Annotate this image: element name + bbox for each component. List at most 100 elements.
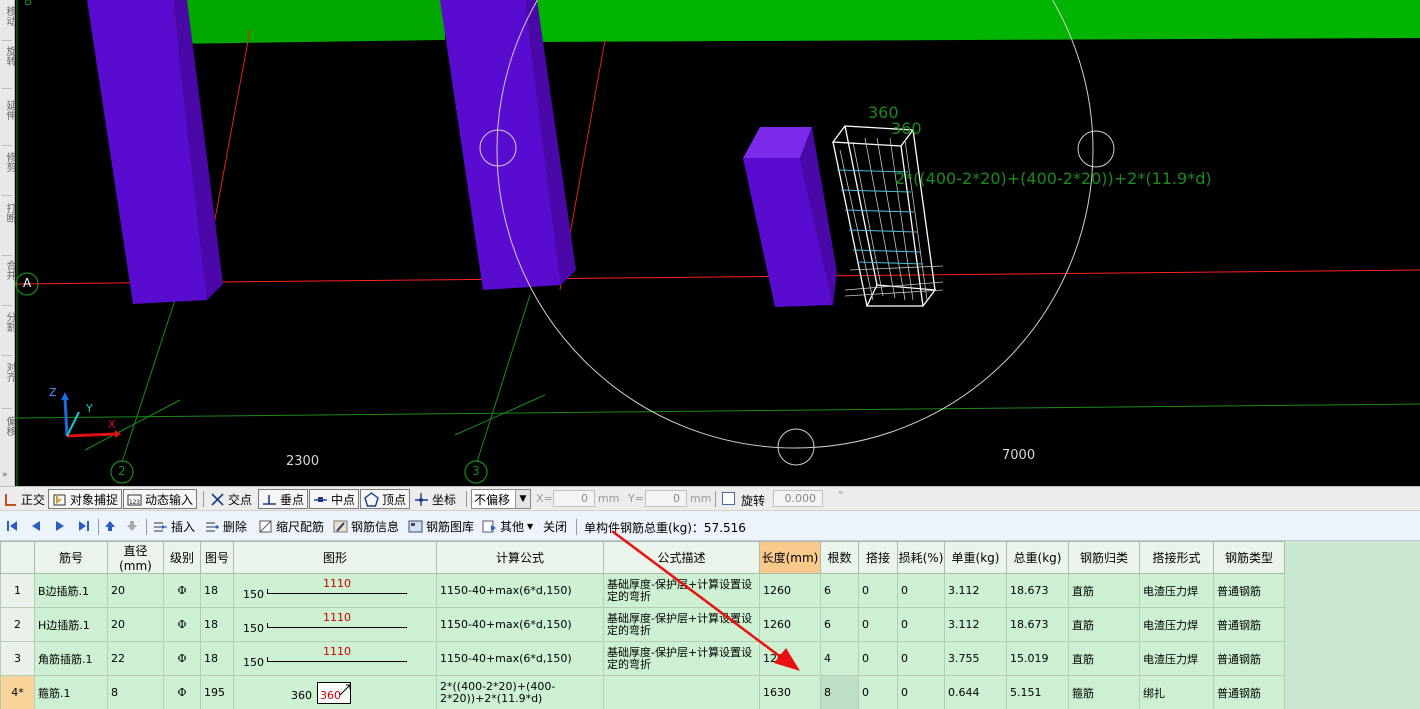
table-row-current[interactable]: 4* 箍筋.1 8 Φ 195 360 360 2*((400-2*20)+(4… <box>0 675 1285 709</box>
coordinate-snap-button[interactable]: 坐标 <box>411 489 459 509</box>
close-button[interactable]: 关闭 <box>540 516 570 536</box>
x-offset-input[interactable]: 0 <box>553 490 595 507</box>
move-up-icon[interactable] <box>104 520 116 532</box>
cell-total-weight[interactable]: 18.673 <box>1006 607 1069 642</box>
tool-merge[interactable]: 合并 <box>1 260 15 280</box>
cell-count[interactable]: 8 <box>820 675 859 709</box>
cell-length[interactable]: 1630 <box>759 675 821 709</box>
cell-figure-no[interactable]: 195 <box>200 675 234 709</box>
cell-lap-type[interactable]: 绑扎 <box>1139 675 1214 709</box>
delete-button[interactable]: 删除 <box>202 516 250 536</box>
row-number[interactable]: 3 <box>0 641 35 676</box>
cell-grade[interactable]: Φ <box>163 675 201 709</box>
cell-lap-type[interactable]: 电渣压力焊 <box>1139 641 1214 676</box>
cell-unit-weight[interactable]: 3.112 <box>944 607 1007 642</box>
rebar-info-button[interactable]: 钢筋信息 <box>330 516 402 536</box>
cell-count[interactable]: 6 <box>820 607 859 642</box>
cell-rebar-type[interactable]: 普通钢筋 <box>1213 573 1285 608</box>
cell-formula-desc[interactable] <box>603 675 760 709</box>
offset-mode-select[interactable]: 不偏移 ▼ <box>471 489 531 509</box>
cell-shape[interactable]: 360 360 <box>233 675 437 709</box>
cell-rebar-type[interactable]: 普通钢筋 <box>1213 675 1285 709</box>
cell-bar-number[interactable]: 角筋插筋.1 <box>34 641 108 676</box>
header-lap[interactable]: 搭接 <box>858 541 898 574</box>
chevron-down-icon[interactable]: ▼ <box>515 490 530 508</box>
cell-loss[interactable]: 0 <box>897 641 945 676</box>
cell-formula[interactable]: 2*((400-2*20)+(400-2*20))+2*(11.9*d) <box>436 675 604 709</box>
cell-count[interactable]: 6 <box>820 573 859 608</box>
other-menu-button[interactable]: 其他 ▼ <box>479 516 536 536</box>
dynamic-input-button[interactable]: 123 动态输入 <box>123 489 198 509</box>
rotate-checkbox[interactable] <box>722 492 735 505</box>
previous-record-icon[interactable] <box>30 520 42 532</box>
cell-lap-type[interactable]: 电渣压力焊 <box>1139 573 1214 608</box>
toolbar-more-icon[interactable]: » <box>2 470 8 480</box>
row-number[interactable]: 1 <box>0 573 35 608</box>
tool-extend[interactable]: 延伸 <box>1 100 15 120</box>
cell-lap[interactable]: 0 <box>858 641 898 676</box>
cell-category[interactable]: 直筋 <box>1068 573 1140 608</box>
header-lap-type[interactable]: 搭接形式 <box>1139 541 1214 574</box>
cell-formula-desc[interactable]: 基础厚度-保护层+计算设置设定的弯折 <box>603 641 760 676</box>
y-offset-input[interactable]: 0 <box>645 490 687 507</box>
row-number[interactable]: 2 <box>0 607 35 642</box>
insert-button[interactable]: 插入 <box>150 516 198 536</box>
cell-category[interactable]: 直筋 <box>1068 607 1140 642</box>
header-formula-desc[interactable]: 公式描述 <box>603 541 760 574</box>
cell-loss[interactable]: 0 <box>897 607 945 642</box>
cell-shape[interactable]: 150 1110 <box>233 641 437 676</box>
header-shape[interactable]: 图形 <box>233 541 437 574</box>
perpendicular-snap-button[interactable]: 垂点 <box>258 489 309 509</box>
cell-loss[interactable]: 0 <box>897 675 945 709</box>
tool-offset[interactable]: 偏移 <box>1 416 15 436</box>
cell-bar-number[interactable]: H边插筋.1 <box>34 607 108 642</box>
cell-figure-no[interactable]: 18 <box>200 573 234 608</box>
cell-lap-type[interactable]: 电渣压力焊 <box>1139 607 1214 642</box>
cell-grade[interactable]: Φ <box>163 607 201 642</box>
cell-unit-weight[interactable]: 0.644 <box>944 675 1007 709</box>
tool-split[interactable]: 分割 <box>1 312 15 332</box>
table-row[interactable]: 1 B边插筋.1 20 Φ 18 150 1110 1150-40+max(6*… <box>0 573 1285 608</box>
cell-bar-number[interactable]: B边插筋.1 <box>34 573 108 608</box>
cell-loss[interactable]: 0 <box>897 573 945 608</box>
cell-unit-weight[interactable]: 3.755 <box>944 641 1007 676</box>
move-down-icon[interactable] <box>126 520 138 532</box>
header-count[interactable]: 根数 <box>820 541 859 574</box>
ortho-button[interactable]: 正交 <box>0 489 48 509</box>
tool-rotate[interactable]: 旋转 <box>1 46 15 66</box>
table-row[interactable]: 3 角筋插筋.1 22 Φ 18 150 1110 1150-40+max(6*… <box>0 641 1285 676</box>
cell-shape[interactable]: 150 1110 <box>233 573 437 608</box>
header-grade[interactable]: 级别 <box>163 541 201 574</box>
cell-bar-number[interactable]: 箍筋.1 <box>34 675 108 709</box>
tool-break[interactable]: 打断 <box>1 203 15 223</box>
next-record-icon[interactable] <box>54 520 66 532</box>
header-loss[interactable]: 损耗(%) <box>897 541 945 574</box>
tool-trim[interactable]: 修剪 <box>1 152 15 172</box>
cell-category[interactable]: 直筋 <box>1068 641 1140 676</box>
header-length[interactable]: 长度(mm) <box>759 541 821 574</box>
cell-count[interactable]: 4 <box>820 641 859 676</box>
header-rebar-type[interactable]: 钢筋类型 <box>1213 541 1285 574</box>
cell-formula[interactable]: 1150-40+max(6*d,150) <box>436 641 604 676</box>
tool-move[interactable]: 移动 <box>1 6 15 26</box>
midpoint-snap-button[interactable]: 中点 <box>309 489 360 509</box>
cell-length[interactable]: 1260 <box>759 641 821 676</box>
header-category[interactable]: 钢筋归类 <box>1068 541 1140 574</box>
cell-rebar-type[interactable]: 普通钢筋 <box>1213 607 1285 642</box>
cell-length[interactable]: 1260 <box>759 573 821 608</box>
cell-category[interactable]: 箍筋 <box>1068 675 1140 709</box>
tool-align[interactable]: 对齐 <box>1 362 15 382</box>
cell-length[interactable]: 1260 <box>759 607 821 642</box>
header-unit-weight[interactable]: 单重(kg) <box>944 541 1007 574</box>
rebar-library-button[interactable]: 钢筋图库 <box>405 516 477 536</box>
table-row[interactable]: 2 H边插筋.1 20 Φ 18 150 1110 1150-40+max(6*… <box>0 607 1285 642</box>
cell-formula-desc[interactable]: 基础厚度-保护层+计算设置设定的弯折 <box>603 607 760 642</box>
header-diameter[interactable]: 直径(mm) <box>107 541 164 574</box>
header-figure-no[interactable]: 图号 <box>200 541 234 574</box>
cell-diameter[interactable]: 20 <box>107 573 164 608</box>
cell-rebar-type[interactable]: 普通钢筋 <box>1213 641 1285 676</box>
first-record-icon[interactable] <box>6 520 18 532</box>
header-formula[interactable]: 计算公式 <box>436 541 604 574</box>
row-number[interactable]: 4* <box>0 675 35 709</box>
header-bar-number[interactable]: 筋号 <box>34 541 108 574</box>
